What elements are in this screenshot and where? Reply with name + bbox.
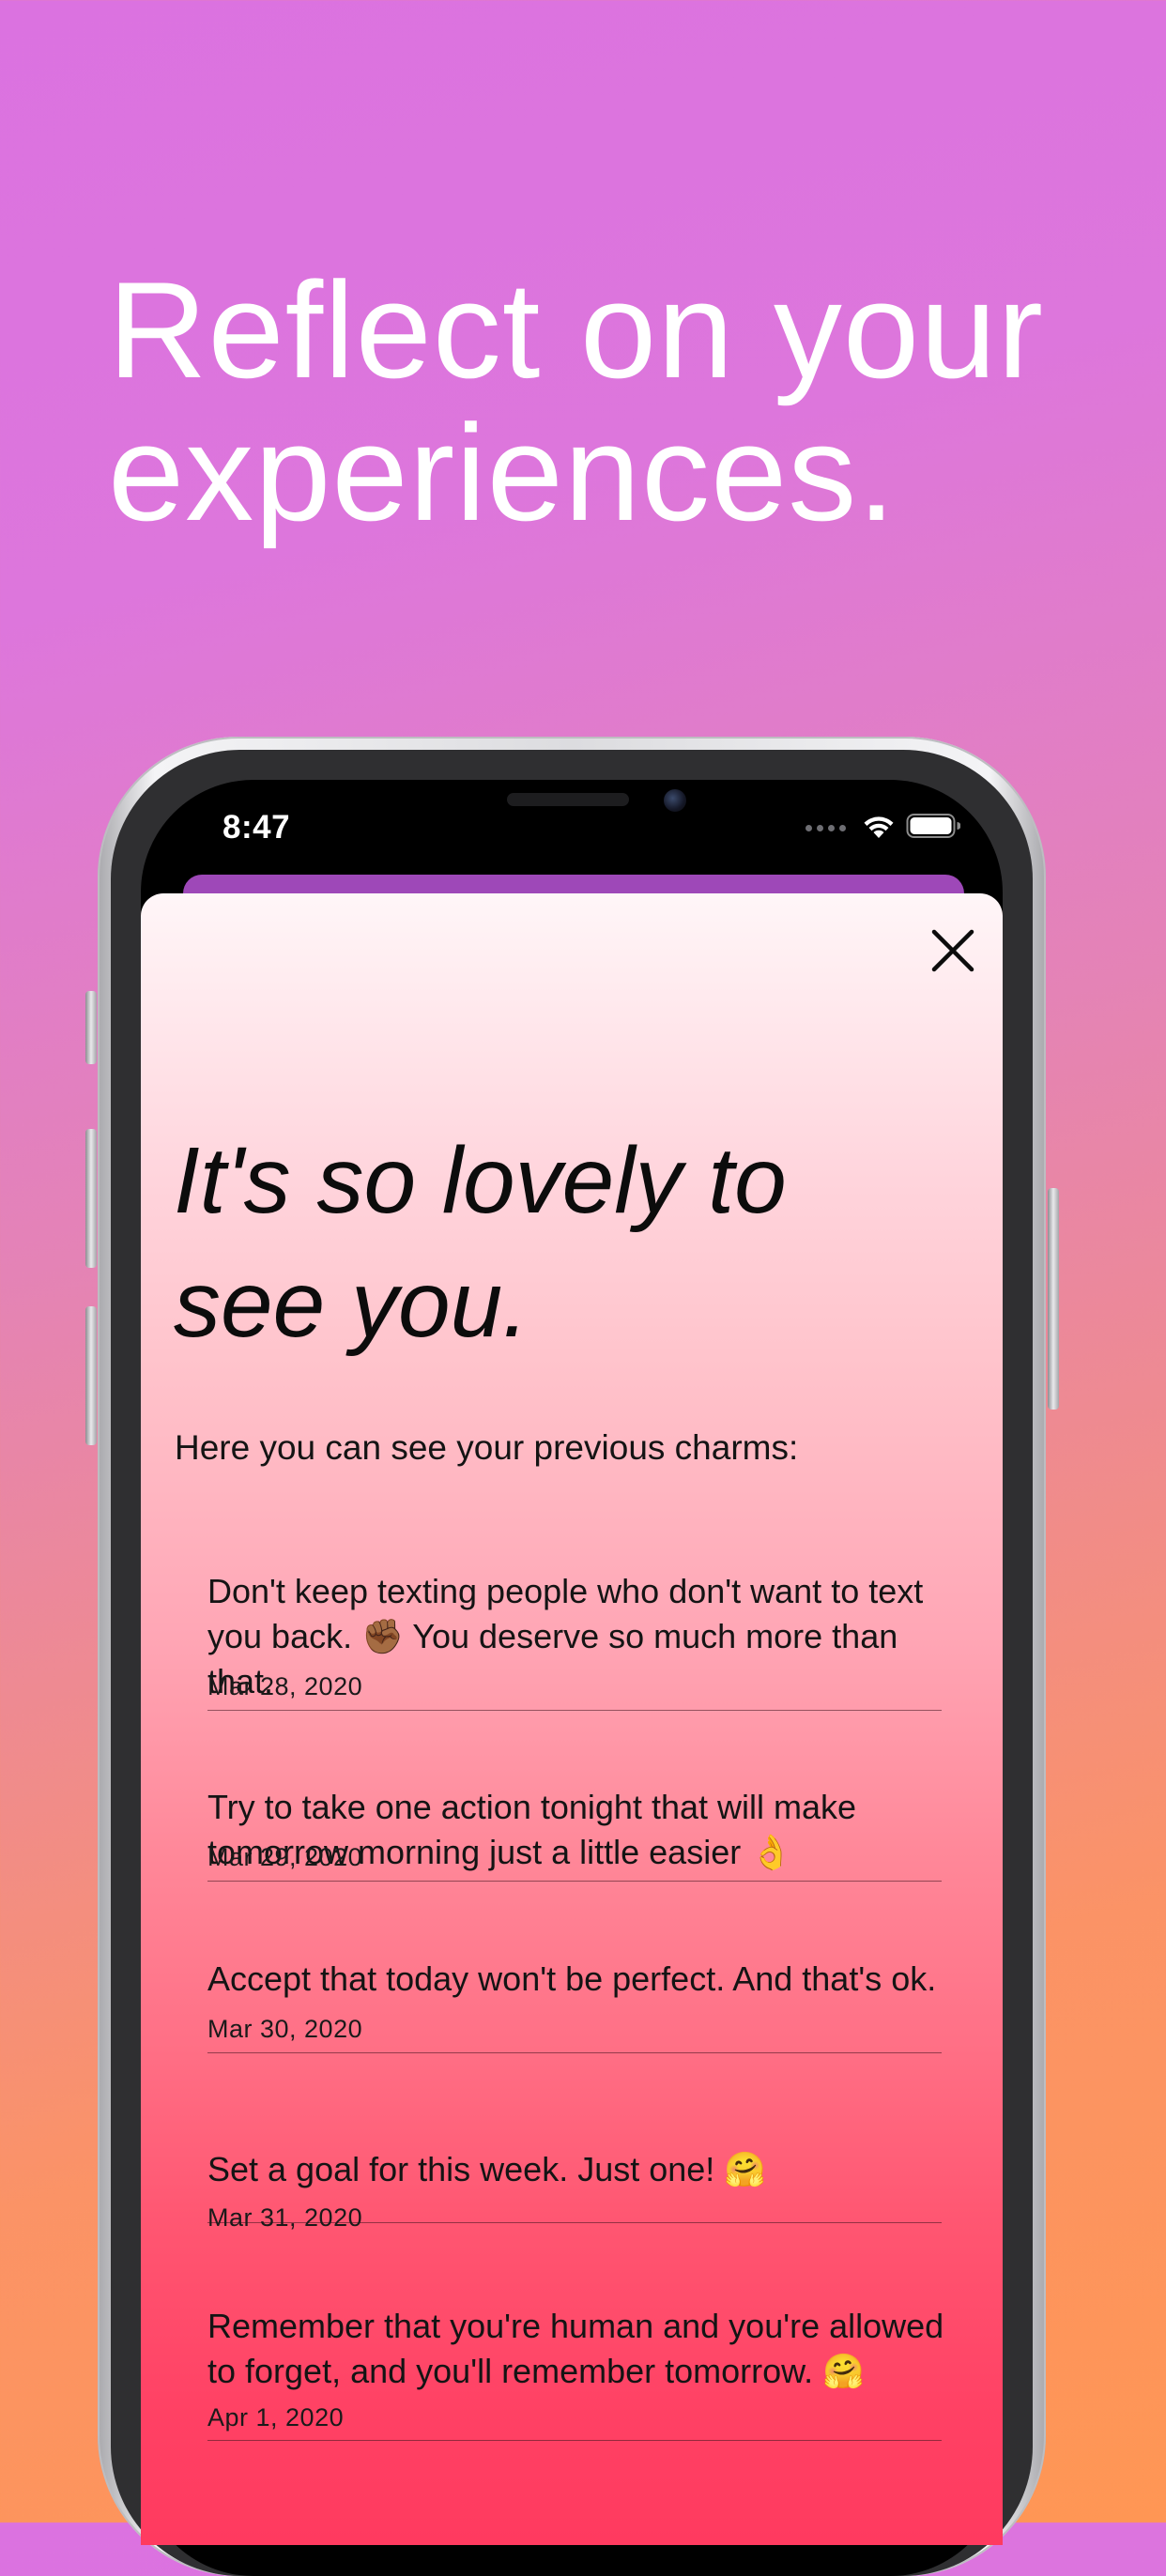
close-button[interactable] (925, 922, 981, 979)
charm-date: Mar 29, 2020 (207, 1843, 363, 1871)
charm-text: Accept that today won't be perfect. And … (207, 1959, 937, 1998)
charm-text: Set a goal for this week. Just one! 🤗 (207, 2150, 767, 2188)
charms-intro-text: Here you can see your previous charms: (175, 1428, 799, 1467)
status-bar-icons (805, 813, 961, 844)
marketing-headline: Reflect on your experiences. (108, 259, 1122, 544)
list-item[interactable]: Don't keep texting people who don't want… (207, 1569, 942, 1711)
charm-date: Apr 1, 2020 (207, 2403, 345, 2431)
volume-down-button (85, 1306, 97, 1445)
volume-up-button (85, 1129, 97, 1268)
charm-text: Remember that you're human and you're al… (207, 2307, 944, 2390)
status-bar-time: 8:47 (222, 809, 291, 846)
earpiece-speaker (507, 793, 629, 806)
greeting-line-1: It's so lovely to (174, 1128, 787, 1233)
list-item[interactable]: Accept that today won't be perfect. And … (207, 1957, 942, 2053)
close-icon (931, 929, 974, 972)
charms-modal: It's so lovely to see you. Here you can … (141, 893, 1003, 2545)
front-camera (664, 789, 686, 812)
headline-line-1: Reflect on your (108, 253, 1044, 406)
power-button (1048, 1188, 1059, 1410)
greeting-line-2: see you. (174, 1252, 529, 1357)
greeting-title: It's so lovely to see you. (174, 1119, 944, 1366)
charm-date: Mar 31, 2020 (207, 2203, 363, 2232)
wifi-icon (861, 813, 897, 844)
cellular-signal-icon (805, 825, 846, 831)
silent-switch (85, 991, 97, 1064)
charm-date: Mar 30, 2020 (207, 2015, 363, 2043)
battery-icon (906, 813, 961, 844)
list-item[interactable]: Remember that you're human and you're al… (207, 2304, 944, 2441)
headline-line-2: experiences. (108, 396, 897, 549)
charm-date: Mar 28, 2020 (207, 1672, 363, 1700)
list-item[interactable]: Set a goal for this week. Just one! 🤗 Ma… (207, 2147, 942, 2232)
list-item[interactable]: Try to take one action tonight that will… (207, 1785, 942, 1882)
